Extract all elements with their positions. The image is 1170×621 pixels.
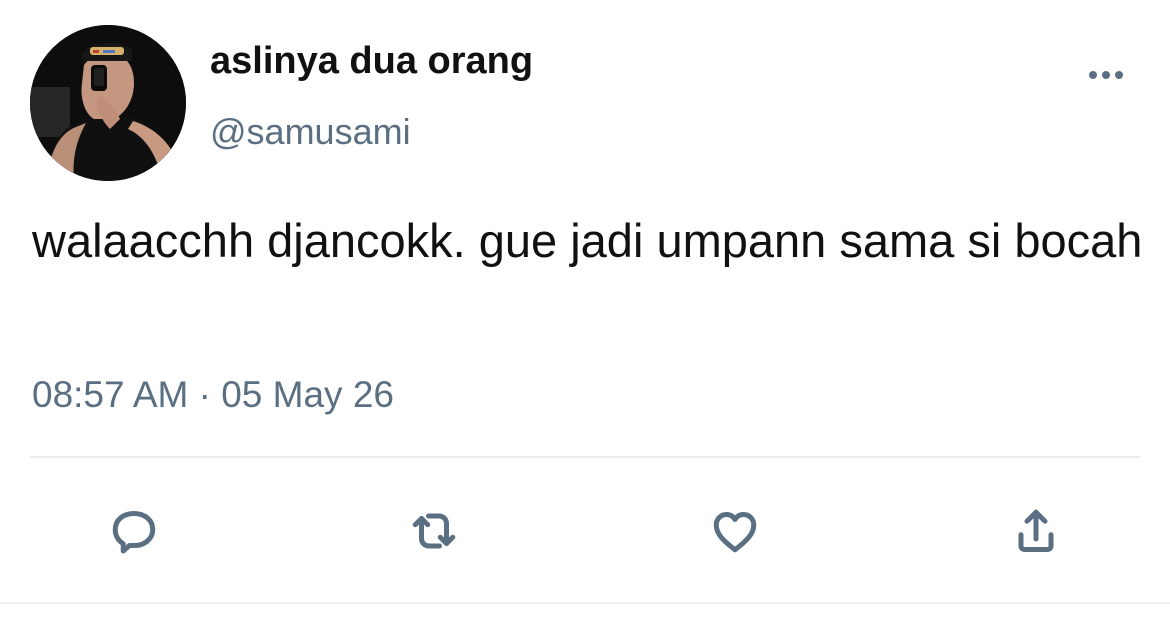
tweet-text: walaacchh djancokk. gue jadi umpann sama… [32, 214, 1143, 267]
reply-icon [112, 511, 156, 554]
reply-button[interactable] [101, 500, 167, 562]
more-options-button[interactable] [1084, 62, 1128, 88]
more-horizontal-icon [1115, 71, 1123, 79]
retweet-button[interactable] [401, 500, 467, 562]
divider [30, 456, 1140, 458]
avatar-image [30, 25, 186, 181]
bottom-divider [0, 602, 1170, 604]
more-horizontal-icon [1089, 71, 1097, 79]
tweet-timestamp[interactable]: 08:57 AM · 05 May 26 [32, 374, 394, 416]
more-horizontal-icon [1102, 71, 1110, 79]
like-button[interactable] [702, 500, 768, 562]
display-name[interactable]: aslinya dua orang [210, 40, 533, 83]
user-handle[interactable]: @samusami [210, 111, 411, 153]
retweet-icon [412, 513, 456, 549]
tweet-card: aslinya dua orang @samusami walaacchh dj… [0, 0, 1170, 621]
heart-icon [713, 512, 757, 553]
avatar[interactable] [30, 25, 186, 181]
share-button[interactable] [1003, 500, 1069, 562]
share-icon [1018, 509, 1054, 552]
